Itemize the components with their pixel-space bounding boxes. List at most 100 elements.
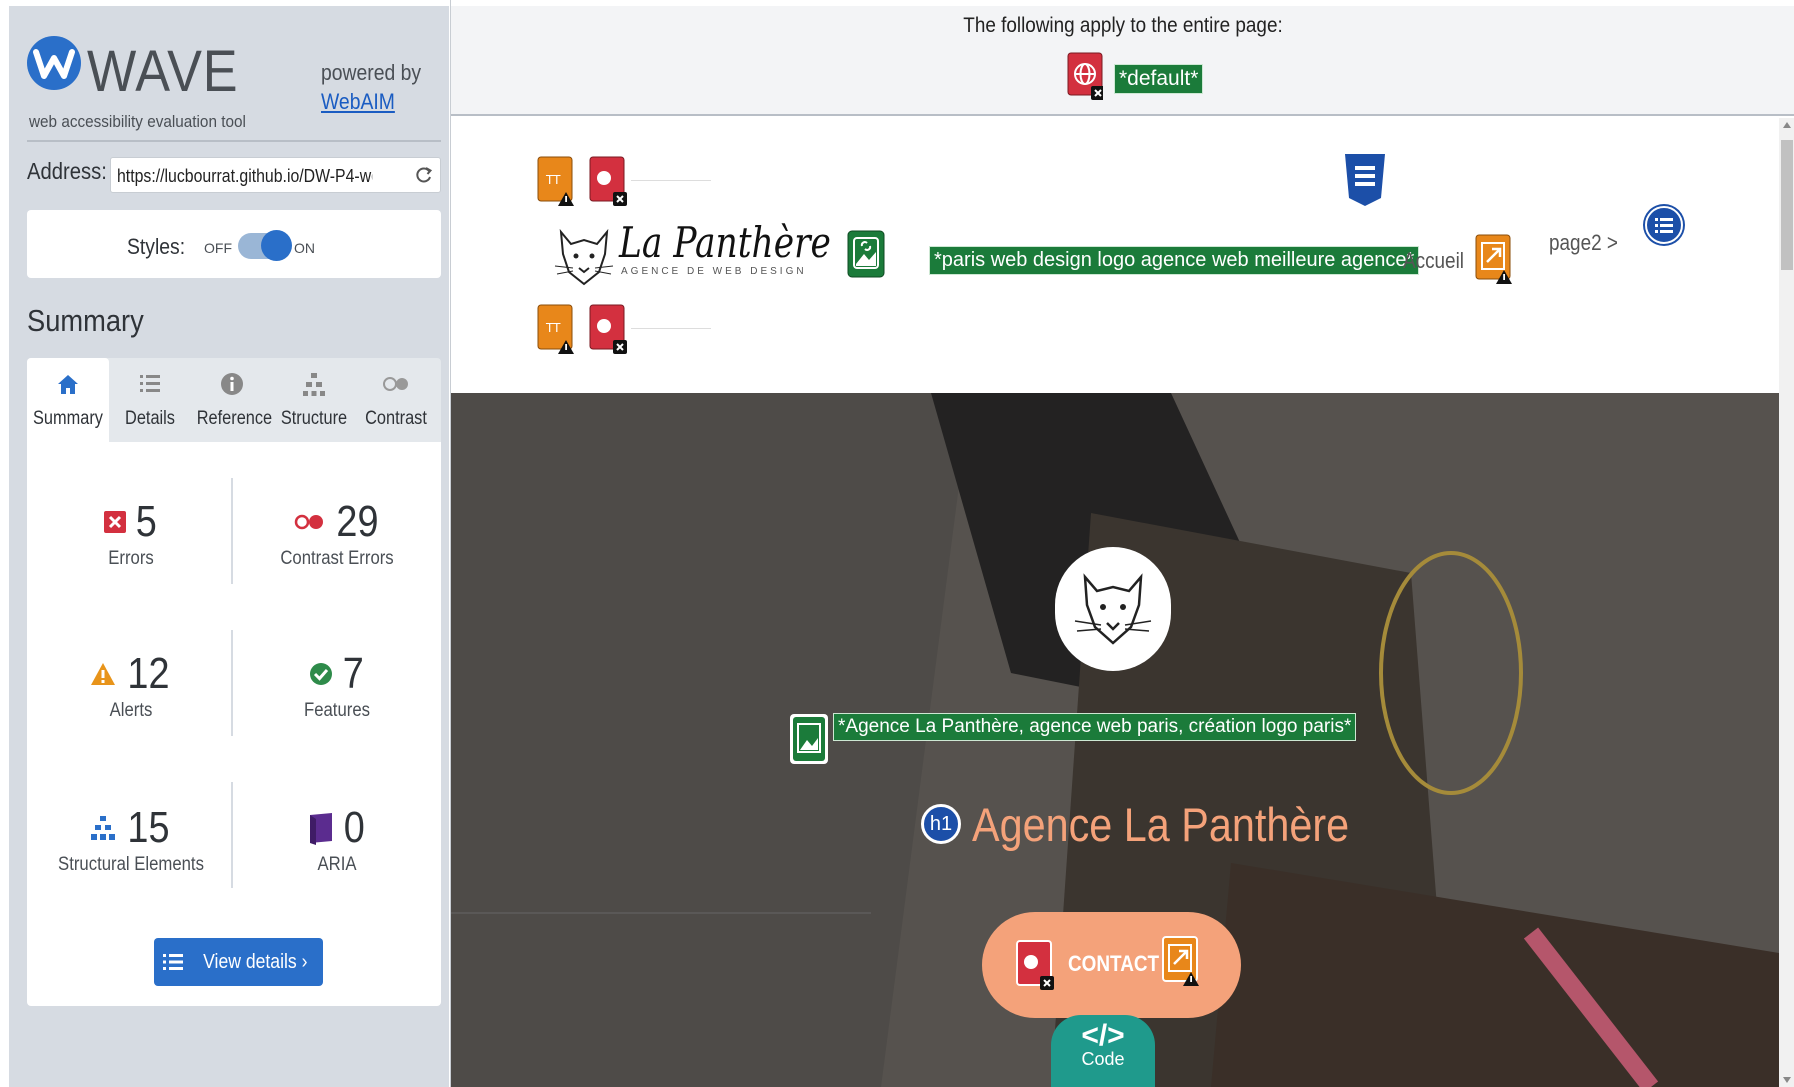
- error-icon: [103, 511, 126, 533]
- home-icon: [58, 375, 78, 394]
- page-scrollbar[interactable]: [1779, 118, 1794, 1087]
- info-icon: [221, 373, 243, 395]
- image-alt-feature-icon[interactable]: [789, 713, 829, 765]
- toggle-knob[interactable]: [261, 230, 292, 261]
- page-level-bar: The following apply to the entire page: …: [451, 6, 1794, 116]
- reload-icon[interactable]: [414, 165, 434, 185]
- alerts-count: 12: [126, 649, 170, 698]
- hero-section: *Agence La Panthère, agence web paris, c…: [451, 393, 1779, 1087]
- divider: [231, 478, 233, 584]
- structural-count: 15: [126, 803, 170, 852]
- h1-heading-icon[interactable]: h1: [921, 804, 961, 844]
- summary-heading: Summary: [27, 303, 144, 338]
- code-icon: </>: [1081, 1019, 1125, 1052]
- address-input[interactable]: https://lucbourrat.github.io/DW-P4-websi…: [110, 157, 441, 193]
- divider: [231, 630, 233, 736]
- address-label: Address:: [27, 158, 107, 184]
- svg-text:TT: TT: [545, 321, 561, 335]
- styles-off-label: OFF: [204, 240, 232, 256]
- view-details-button[interactable]: View details ›: [154, 938, 323, 986]
- structure-icon: [303, 373, 325, 396]
- stat-alerts[interactable]: 12 Alerts: [36, 649, 226, 722]
- linked-image-icon[interactable]: [847, 230, 885, 278]
- stat-features[interactable]: 7 Features: [242, 649, 432, 722]
- webaim-link[interactable]: WebAIM: [321, 89, 395, 114]
- divider: [27, 140, 441, 142]
- wave-logo: WAVE web accessibility evaluation tool p…: [27, 28, 437, 138]
- stat-contrast-errors[interactable]: 29 Contrast Errors: [242, 497, 432, 570]
- aria-count: 0: [343, 803, 365, 852]
- code-toggle-tab[interactable]: </> Code: [1051, 1015, 1155, 1087]
- small-text-alert-icon[interactable]: TT: [537, 156, 575, 208]
- logo-subtitle: AGENCE DE WEB DESIGN: [621, 266, 807, 277]
- aria-label: ARIA: [317, 854, 357, 875]
- contact-button[interactable]: CONTACT: [982, 912, 1241, 1018]
- site-header: TT La Panthère AGENCE DE WEB DESIGN *par…: [451, 118, 1779, 393]
- scroll-up-arrow-icon[interactable]: [1783, 122, 1791, 128]
- tab-details[interactable]: Details: [109, 358, 191, 442]
- nav-accueil-link[interactable]: Accueil: [1403, 248, 1464, 274]
- scroll-down-arrow-icon[interactable]: [1783, 1077, 1791, 1083]
- features-count: 7: [342, 649, 364, 698]
- scroll-thumb[interactable]: [1781, 140, 1793, 270]
- nav-page2-link[interactable]: page2 >: [1549, 230, 1618, 256]
- contrast-error-icon: [294, 514, 323, 530]
- tab-summary[interactable]: Summary: [27, 358, 109, 442]
- errors-count: 5: [135, 497, 157, 546]
- styles-toggle-card: Styles: OFF ON: [27, 210, 441, 278]
- powered-by-label: powered by: [321, 60, 422, 85]
- contrast-errors-count: 29: [335, 497, 379, 546]
- stat-errors[interactable]: 5 Errors: [36, 497, 226, 570]
- aria-icon: [309, 813, 332, 845]
- tab-contrast[interactable]: Contrast: [355, 358, 437, 442]
- redundant-link-alert-icon[interactable]: [1475, 234, 1513, 286]
- logo-text: La Panthère: [619, 218, 831, 267]
- summary-stats-card: 5 Errors 29 Contrast Errors 12 Alerts 7 …: [27, 442, 441, 1006]
- contrast-error-icon[interactable]: [1016, 940, 1054, 992]
- hero-title: Agence La Panthère: [972, 798, 1350, 851]
- language-error-icon[interactable]: [1067, 52, 1103, 102]
- svg-text:TT: TT: [545, 173, 561, 187]
- stat-structural[interactable]: 15 Structural Elements: [36, 803, 226, 876]
- css-icon[interactable]: [1343, 152, 1387, 208]
- redundant-link-alert-icon[interactable]: [1162, 936, 1200, 988]
- list-icon: [163, 954, 184, 970]
- tab-label: Contrast: [365, 408, 427, 429]
- contrast-icon: [383, 377, 408, 391]
- alerts-label: Alerts: [109, 700, 153, 721]
- tab-label: Reference: [196, 408, 273, 429]
- language-tag: *default*: [1114, 64, 1204, 94]
- tab-structure[interactable]: Structure: [273, 358, 355, 442]
- website-viewport: TT La Panthère AGENCE DE WEB DESIGN *par…: [451, 118, 1779, 1087]
- feature-icon: [309, 663, 332, 685]
- header-image-alt: *paris web design logo agence web meille…: [929, 246, 1420, 275]
- page-preview: The following apply to the entire page: …: [450, 0, 1794, 1087]
- styles-on-label: ON: [294, 240, 315, 256]
- divider: [631, 180, 711, 181]
- address-value[interactable]: https://lucbourrat.github.io/DW-P4-websi…: [117, 166, 372, 187]
- contrast-error-icon[interactable]: [589, 156, 627, 208]
- contrast-errors-label: Contrast Errors: [280, 548, 394, 569]
- features-label: Features: [304, 700, 370, 721]
- hero-logo: [1055, 547, 1171, 671]
- contact-label: CONTACT: [1068, 951, 1160, 976]
- page-bar-text: The following apply to the entire page:: [963, 14, 1283, 37]
- code-label: Code: [1081, 1049, 1125, 1069]
- styles-toggle[interactable]: [238, 230, 292, 261]
- stat-aria[interactable]: 0 ARIA: [242, 803, 432, 876]
- small-text-alert-icon[interactable]: TT: [537, 304, 575, 356]
- wave-subtitle: web accessibility evaluation tool: [29, 112, 246, 131]
- tab-reference[interactable]: Reference: [191, 358, 273, 442]
- powered-by: powered by WebAIM: [321, 58, 421, 116]
- errors-label: Errors: [108, 548, 154, 569]
- styles-label: Styles:: [127, 234, 186, 259]
- divider: [631, 328, 711, 329]
- structural-label: Structural Elements: [58, 854, 204, 875]
- panther-logo-image: [554, 228, 614, 286]
- contrast-error-icon[interactable]: [589, 304, 627, 356]
- sidebar-panel: WAVE web accessibility evaluation tool p…: [9, 6, 449, 1087]
- unordered-list-icon[interactable]: [1645, 206, 1683, 244]
- wave-logo-icon: [27, 36, 81, 90]
- wave-sidebar: WAVE web accessibility evaluation tool p…: [0, 0, 450, 1087]
- wave-title: WAVE: [87, 39, 239, 104]
